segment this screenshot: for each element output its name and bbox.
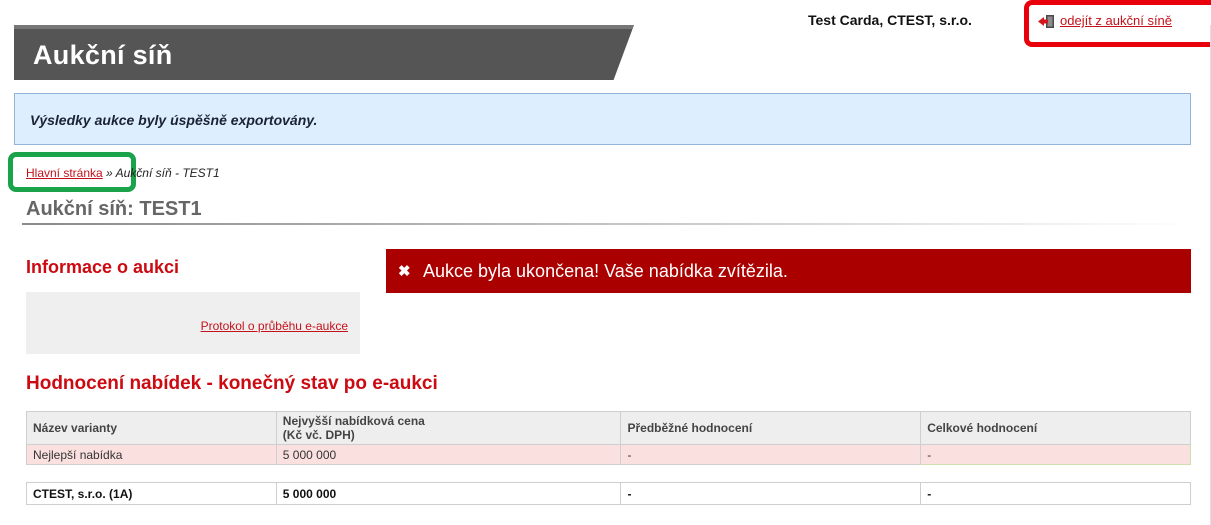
info-box: Protokol o průběhu e-aukce (26, 292, 360, 354)
column-header-price-line1: Nejvyšší nabídková cena (282, 414, 425, 428)
protocol-link[interactable]: Protokol o průběhu e-aukce (201, 319, 348, 333)
breadcrumb-current: Aukční síň - TEST1 (115, 166, 220, 180)
title-divider (22, 223, 1192, 225)
table-spacer-cell (26, 464, 1191, 483)
header-title-banner: Aukční síň (14, 25, 634, 80)
logout-link[interactable]: odejít z aukční síně (1060, 13, 1172, 28)
table-cell: - (620, 482, 922, 505)
table-cell: - (920, 444, 1191, 465)
table-cell: 5 000 000 (275, 444, 622, 465)
table-header-row: Název varianty Nejvyšší nabídková cena (… (26, 411, 1191, 445)
table-cell: - (620, 444, 922, 465)
current-user: Test Carda, CTEST, s.r.o. (808, 12, 972, 28)
column-header-price: Nejvyšší nabídková cena (Kč vč. DPH) (275, 411, 622, 445)
column-header-preliminary: Předběžné hodnocení (620, 411, 922, 445)
table-cell: - (920, 482, 1191, 505)
table-spacer-row (26, 464, 1191, 483)
breadcrumb-separator: » (106, 166, 113, 180)
auction-ended-alert: ✖ Aukce byla ukončena! Vaše nabídka zvít… (386, 249, 1191, 293)
breadcrumb-home-link[interactable]: Hlavní stránka (26, 166, 103, 180)
success-message: Výsledky aukce byly úspěšně exportovány. (14, 93, 1191, 145)
column-header-variant: Název varianty (26, 411, 277, 445)
table-row: CTEST, s.r.o. (1A) 5 000 000 - - (26, 482, 1191, 505)
evaluation-table: Název varianty Nejvyšší nabídková cena (… (26, 411, 1191, 505)
table-cell: Nejlepší nabídka (26, 444, 277, 465)
breadcrumb: Hlavní stránka » Aukční síň - TEST1 (26, 166, 220, 180)
exit-door-icon[interactable] (1038, 14, 1055, 29)
success-message-text: Výsledky aukce byly úspěšně exportovány. (30, 112, 318, 128)
app-title: Aukční síň (33, 40, 173, 70)
table-row-best-offer: Nejlepší nabídka 5 000 000 - - (26, 444, 1191, 465)
page-title: Aukční síň: TEST1 (26, 198, 202, 220)
alert-text: Aukce byla ukončena! Vaše nabídka zvítěz… (423, 261, 788, 281)
table-cell: 5 000 000 (275, 482, 622, 505)
info-heading: Informace o aukci (26, 257, 180, 277)
evaluation-heading: Hodnocení nabídek - konečný stav po e-au… (26, 373, 438, 394)
close-icon: ✖ (398, 263, 411, 280)
column-header-total: Celkové hodnocení (920, 411, 1191, 445)
column-header-price-line2: (Kč vč. DPH) (282, 428, 355, 442)
table-cell: CTEST, s.r.o. (1A) (26, 482, 277, 505)
